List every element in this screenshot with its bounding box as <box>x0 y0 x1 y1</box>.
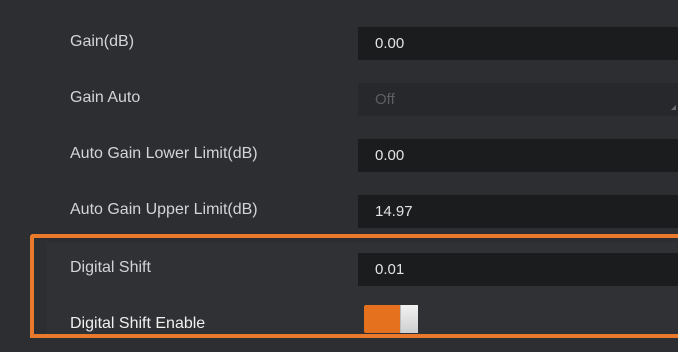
digital-shift-label: Digital Shift <box>70 259 151 276</box>
gain-auto-select[interactable]: Off <box>358 83 678 116</box>
gain-auto-value: Off <box>375 91 395 108</box>
auto-gain-lower-limit-label: Auto Gain Lower Limit(dB) <box>70 145 258 162</box>
property-panel: Gain(dB) 0.00 Gain Auto Off Auto Gain Lo… <box>0 0 678 338</box>
property-row-digital-shift: Digital Shift 0.01 <box>0 240 678 296</box>
digital-shift-enable-toggle[interactable] <box>364 305 418 333</box>
toggle-knob[interactable] <box>400 305 418 333</box>
property-row-auto-gain-upper-limit: Auto Gain Upper Limit(dB) 14.97 <box>0 182 678 238</box>
auto-gain-lower-limit-value: 0.00 <box>375 147 405 164</box>
property-row-gain: Gain(dB) 0.00 <box>0 14 678 70</box>
property-row-digital-shift-enable: Digital Shift Enable <box>0 296 678 352</box>
gain-label: Gain(dB) <box>70 33 135 50</box>
auto-gain-lower-limit-input[interactable]: 0.00 <box>358 139 678 172</box>
digital-shift-input[interactable]: 0.01 <box>358 253 678 286</box>
auto-gain-upper-limit-label: Auto Gain Upper Limit(dB) <box>70 201 258 218</box>
gain-auto-label: Gain Auto <box>70 89 141 106</box>
digital-shift-enable-label: Digital Shift Enable <box>70 315 206 332</box>
digital-shift-value: 0.01 <box>375 261 405 278</box>
gain-input[interactable]: 0.00 <box>358 27 678 60</box>
auto-gain-upper-limit-input[interactable]: 14.97 <box>358 195 678 228</box>
property-row-auto-gain-lower-limit: Auto Gain Lower Limit(dB) 0.00 <box>0 126 678 182</box>
dropdown-arrow-icon <box>671 105 676 110</box>
property-row-gain-auto: Gain Auto Off <box>0 70 678 126</box>
auto-gain-upper-limit-value: 14.97 <box>375 203 413 220</box>
highlight-frame-bottom <box>30 334 678 338</box>
gain-value: 0.00 <box>375 35 405 52</box>
